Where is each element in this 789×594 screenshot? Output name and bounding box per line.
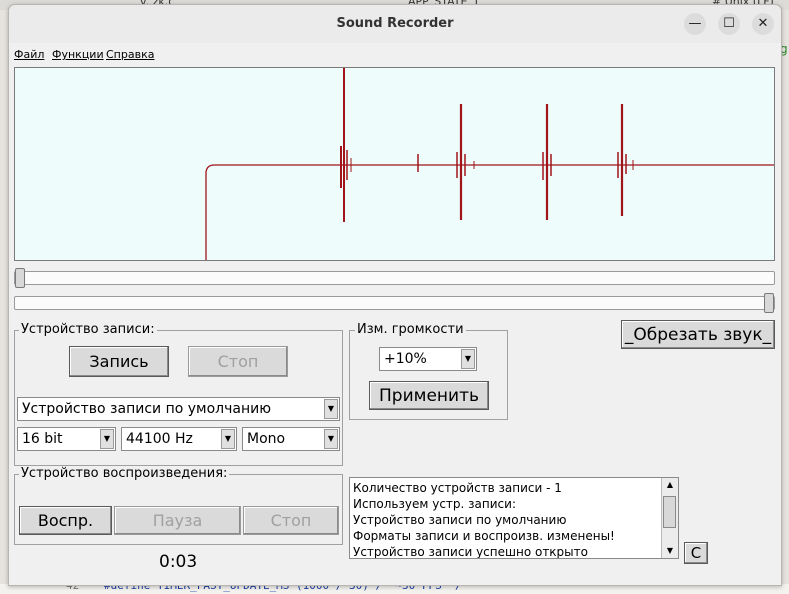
record-device-group: Устройство записи: Запись Стоп Устройств… xyxy=(14,322,343,466)
log-line: Устройство записи по умолчанию xyxy=(353,513,567,527)
volume-change-select-value: +10% xyxy=(384,351,427,367)
volume-change-select[interactable]: +10% ▼ xyxy=(379,347,477,371)
volume-change-group: Изм. громкости +10% ▼ Применить xyxy=(349,322,508,420)
menu-bar: Файл Функции Справка xyxy=(9,43,781,65)
chevron-down-icon[interactable]: ▼ xyxy=(100,429,114,449)
apply-button[interactable]: Применить xyxy=(369,381,489,410)
minimize-button[interactable]: — xyxy=(684,13,706,35)
clear-log-button[interactable]: C xyxy=(684,542,708,564)
log-scrollbar-thumb[interactable] xyxy=(663,496,676,528)
bits-select-value: 16 bit xyxy=(22,431,63,447)
waveform-spikes xyxy=(340,68,634,222)
menu-functions[interactable]: Функции xyxy=(52,48,104,61)
position-slider-thumb[interactable] xyxy=(15,268,25,288)
chevron-down-icon[interactable]: ▼ xyxy=(461,349,475,369)
channels-select[interactable]: Mono ▼ xyxy=(242,427,340,451)
log-line: Используем устр. записи: xyxy=(353,497,516,511)
play-button[interactable]: Воспр. xyxy=(19,506,112,535)
menu-help[interactable]: Справка xyxy=(106,48,154,61)
chevron-down-icon[interactable]: ▼ xyxy=(324,399,338,419)
trim-sound-button[interactable]: _Обрезать звук_ xyxy=(621,320,775,349)
volume-slider[interactable] xyxy=(14,293,775,313)
title-bar[interactable]: Sound Recorder — ☐ ✕ xyxy=(9,5,781,43)
pause-button[interactable]: Пауза xyxy=(114,506,241,535)
scroll-down-icon[interactable]: ▼ xyxy=(662,544,678,558)
chevron-down-icon[interactable]: ▼ xyxy=(221,429,235,449)
menu-file[interactable]: Файл xyxy=(14,48,44,61)
record-device-label: Устройство записи: xyxy=(19,322,157,337)
volume-slider-thumb[interactable] xyxy=(764,293,774,313)
record-device-select[interactable]: Устройство записи по умолчанию ▼ xyxy=(17,397,340,421)
sample-rate-select[interactable]: 44100 Hz ▼ xyxy=(121,427,237,451)
playback-device-group: Устройство воспроизведения: Воспр. Пауза… xyxy=(14,466,343,545)
record-device-select-value: Устройство записи по умолчанию xyxy=(22,401,271,417)
elapsed-time: 0:03 xyxy=(159,552,198,572)
log-scrollbar[interactable]: ▲ ▼ xyxy=(661,478,678,558)
playback-device-label: Устройство воспроизведения: xyxy=(19,466,230,481)
bits-select[interactable]: 16 bit ▼ xyxy=(17,427,116,451)
log-line: Форматы записи и воспроизв. изменены! xyxy=(353,529,615,543)
waveform-display[interactable] xyxy=(14,67,775,261)
log-line: Устройство записи успешно открыто xyxy=(353,545,588,559)
chevron-down-icon[interactable]: ▼ xyxy=(324,429,338,449)
waveform-baseline xyxy=(205,164,774,260)
waveform-plot xyxy=(205,68,774,260)
log-line: Количество устройств записи - 1 xyxy=(353,481,562,495)
playback-stop-button[interactable]: Стоп xyxy=(243,506,339,535)
log-listbox[interactable]: Количество устройств записи - 1 Использу… xyxy=(349,477,679,559)
volume-change-label: Изм. громкости xyxy=(355,322,466,337)
maximize-button[interactable]: ☐ xyxy=(718,13,740,35)
record-stop-button[interactable]: Стоп xyxy=(188,346,288,377)
channels-select-value: Mono xyxy=(247,431,286,447)
sample-rate-select-value: 44100 Hz xyxy=(126,431,193,447)
close-button[interactable]: ✕ xyxy=(752,13,774,35)
sound-recorder-window: Sound Recorder — ☐ ✕ Файл Функции Справк… xyxy=(8,4,782,586)
position-slider[interactable] xyxy=(14,268,775,288)
scroll-up-icon[interactable]: ▲ xyxy=(662,478,678,492)
window-title: Sound Recorder xyxy=(336,16,454,31)
record-button[interactable]: Запись xyxy=(69,346,169,377)
